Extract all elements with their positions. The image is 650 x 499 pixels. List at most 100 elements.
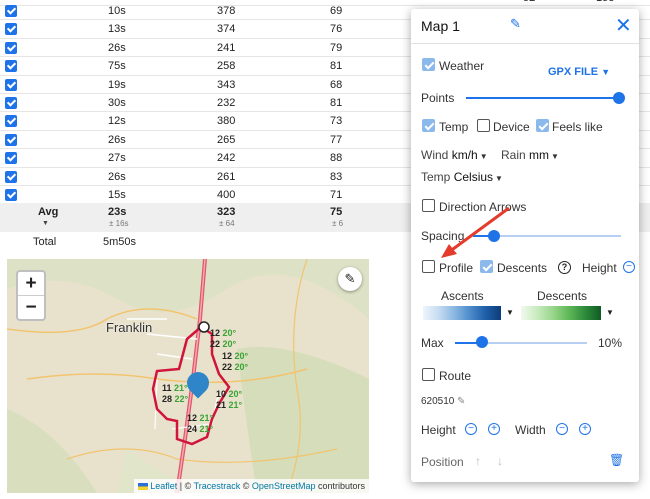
row-checkbox[interactable]: [5, 97, 17, 109]
row-checkbox[interactable]: [5, 23, 17, 36]
wind-label: Wind: [421, 148, 449, 162]
pencil-icon[interactable]: ✎: [457, 396, 465, 407]
points-label: Points: [421, 91, 455, 105]
temp-unit-select[interactable]: Temp Celsius ▼: [421, 170, 503, 184]
weather-temp: 20°: [234, 351, 249, 361]
ukraine-flag-icon: [137, 483, 148, 490]
rain-unit-select[interactable]: Rain mm ▼: [501, 148, 559, 162]
sort-caret-icon[interactable]: ▼: [42, 220, 49, 227]
attribution-separator: ©: [240, 481, 252, 491]
row-time: 13s: [108, 23, 126, 36]
weather-label: 11 21° 28 22°: [162, 383, 188, 405]
feels-like-checkbox[interactable]: [536, 119, 549, 132]
row-value-2: 69: [330, 5, 343, 17]
row-value-2: 88: [330, 152, 343, 165]
row-time: 26s: [108, 133, 126, 146]
avg-v1: 323: [217, 206, 236, 218]
weather-wind: 22: [210, 339, 221, 349]
device-checkbox[interactable]: [477, 119, 490, 132]
rename-pencil-icon[interactable]: ✎: [510, 16, 521, 32]
row-time: 26s: [108, 170, 126, 183]
avg-time-sd: ± 16s: [109, 219, 129, 228]
row-value-2: 83: [330, 170, 343, 183]
avg-time: 23s: [108, 206, 127, 218]
caret-down-icon[interactable]: ▼: [606, 308, 614, 317]
weather-label: 10 20° 21 21°: [216, 389, 242, 411]
weather-temp: 21°: [174, 383, 188, 393]
profile-label: Profile: [439, 261, 474, 275]
weather-temp: 21°: [199, 424, 214, 434]
weather-temp: 21°: [228, 400, 243, 410]
weather-wind: 24: [187, 424, 198, 434]
row-checkbox[interactable]: [5, 60, 17, 73]
caret-down-icon: ▼: [495, 174, 503, 183]
row-value-1: 343: [217, 78, 236, 91]
tracestrack-link[interactable]: Tracestrack: [194, 481, 241, 491]
position-label: Position: [421, 455, 464, 469]
row-time: 10s: [108, 5, 126, 17]
max-slider-track[interactable]: [482, 342, 587, 344]
temp-checkbox[interactable]: [422, 119, 435, 132]
row-value-1: 380: [217, 115, 236, 128]
trash-icon[interactable]: 🗑: [609, 453, 624, 467]
temp-label: Temp: [439, 120, 469, 134]
descents-label: Descents: [497, 261, 548, 275]
points-slider-track[interactable]: [466, 97, 621, 99]
zoom-in-button[interactable]: +: [18, 272, 44, 296]
ascents-color-ramp[interactable]: [423, 306, 501, 320]
weather-temp: 20°: [228, 389, 243, 399]
direction-arrows-checkbox[interactable]: [422, 199, 435, 212]
max-slider-knob[interactable]: [476, 336, 488, 348]
row-value-2: 73: [330, 115, 343, 128]
help-icon[interactable]: ?: [558, 261, 571, 274]
weather-checkbox[interactable]: [422, 58, 435, 71]
gpx-file-dropdown[interactable]: GPX FILE ▼: [548, 66, 610, 78]
row-checkbox[interactable]: [5, 133, 17, 146]
height-increase-button[interactable]: +: [488, 423, 500, 435]
weather-wind: 21: [216, 400, 227, 410]
row-checkbox[interactable]: [5, 152, 17, 165]
width-decrease-button[interactable]: −: [556, 423, 568, 435]
wind-unit-select[interactable]: Wind km/h ▼: [421, 148, 488, 162]
caret-down-icon[interactable]: ▼: [506, 308, 514, 317]
descents-color-ramp[interactable]: [521, 306, 601, 320]
row-time: 75s: [108, 60, 126, 73]
panel-title: Map 1: [421, 18, 460, 34]
edit-map-button[interactable]: ✎: [338, 267, 362, 291]
avg-v1-sd: ± 64: [219, 219, 235, 228]
row-checkbox[interactable]: [5, 115, 17, 128]
descents-checkbox[interactable]: [480, 260, 493, 273]
osm-link[interactable]: OpenStreetMap: [252, 481, 316, 491]
pencil-icon: ✎: [344, 271, 356, 286]
avg-label: Avg: [38, 206, 59, 218]
leaflet-link[interactable]: Leaflet: [150, 481, 177, 491]
profile-checkbox[interactable]: [422, 260, 435, 273]
row-checkbox[interactable]: [5, 78, 17, 91]
weather-wind: 11: [162, 383, 172, 393]
row-checkbox[interactable]: [5, 170, 17, 183]
zoom-out-button[interactable]: −: [18, 296, 44, 320]
zoom-control: + −: [16, 270, 46, 321]
weather-label: 12 20° 22 20°: [210, 328, 236, 350]
close-icon[interactable]: ✕: [615, 13, 632, 38]
descents-title: Descents: [537, 289, 588, 303]
arrow-up-icon[interactable]: ↑: [475, 454, 481, 468]
row-checkbox[interactable]: [5, 5, 17, 17]
weather-wind: 28: [162, 394, 173, 404]
route-checkbox[interactable]: [422, 368, 435, 381]
width-increase-button[interactable]: +: [579, 423, 591, 435]
arrow-down-icon[interactable]: ↓: [497, 454, 503, 468]
height-decrease-button[interactable]: −: [623, 261, 635, 273]
row-checkbox[interactable]: [5, 41, 17, 54]
avg-v2: 75: [330, 206, 343, 218]
max-label: Max: [421, 336, 444, 350]
attribution-suffix: contributors: [315, 481, 365, 491]
map-settings-panel: Map 1 ✎ ✕ Weather GPX FILE ▼ Points Temp…: [411, 9, 639, 482]
points-slider-knob[interactable]: [613, 92, 625, 104]
row-value-1: 400: [217, 189, 236, 201]
row-checkbox[interactable]: [5, 189, 17, 201]
height-decrease-button-2[interactable]: −: [465, 423, 477, 435]
map-view[interactable]: Franklin 12 20° 22 20° 12 20° 22 20° 11 21…: [7, 259, 369, 493]
row-value-1: 241: [217, 41, 236, 54]
row-value-2: 79: [330, 41, 343, 54]
